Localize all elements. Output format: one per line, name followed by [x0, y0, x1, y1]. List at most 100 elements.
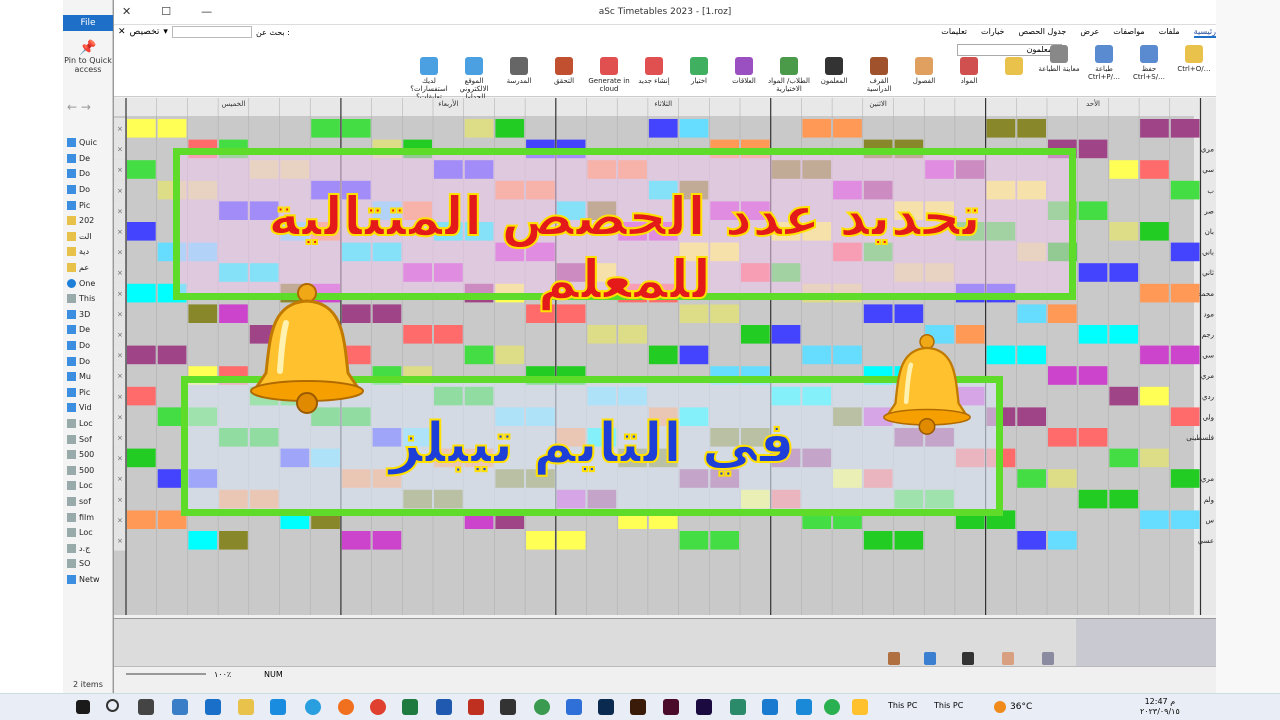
nav-item[interactable]: Sof [67, 431, 113, 447]
file-tab[interactable]: File [63, 15, 113, 31]
ribbon-button[interactable]: معاينة الطباعة [1037, 45, 1081, 73]
ribbon-button[interactable]: المعلمون [812, 57, 856, 85]
nav-item[interactable]: De [67, 151, 113, 167]
nav-item[interactable]: Mu [67, 369, 113, 385]
taskbar-thispc-2[interactable]: This PC [934, 701, 963, 710]
nav-item[interactable]: الت [67, 229, 113, 245]
ribbon-toolbar: المعلمون Ctrl+O/… حفظ Ctrl+S/… طباعة Ctrl+… [114, 41, 1216, 117]
nav-item[interactable]: Pic [67, 197, 113, 213]
mail-icon[interactable] [205, 699, 221, 715]
graduation-cap-icon[interactable] [962, 652, 974, 665]
lesson-cell [1109, 386, 1139, 406]
firefox-icon[interactable] [338, 699, 354, 715]
whatsapp-icon[interactable] [824, 699, 840, 715]
ribbon-tab[interactable]: مواصفات [1113, 27, 1144, 38]
nav-item[interactable]: عم [67, 260, 113, 276]
ribbon-button[interactable] [992, 57, 1036, 77]
zoom-slider[interactable] [126, 673, 206, 675]
ribbon-tab[interactable]: تعليمات [941, 27, 967, 38]
nav-item[interactable]: This [67, 291, 113, 307]
ribbon-button[interactable]: المدرسة [497, 57, 541, 85]
photoshop-icon[interactable] [598, 699, 614, 715]
zoom-app-icon[interactable] [566, 699, 582, 715]
clock[interactable]: 12:47 م ٢٠٢٣/٠٩/١٥ [1140, 697, 1180, 717]
nav-item[interactable]: Loc [67, 525, 113, 541]
dropdown-arrow-icon[interactable]: ▾ [163, 27, 168, 37]
nav-item[interactable]: دية [67, 244, 113, 260]
calculator-icon[interactable] [172, 699, 188, 715]
nav-item[interactable]: Loc [67, 478, 113, 494]
search-input[interactable] [171, 26, 252, 38]
nav-item-label: 3D [79, 309, 91, 319]
start-icon[interactable] [76, 700, 90, 714]
nav-item[interactable]: 3D [67, 307, 113, 323]
ribbon-button[interactable]: الفصول [902, 57, 946, 85]
nav-item[interactable]: 202 [67, 213, 113, 229]
nav-item[interactable]: SO [67, 556, 113, 572]
nav-item[interactable]: Quic [67, 135, 113, 151]
capcut-icon[interactable] [500, 699, 516, 715]
edge-icon[interactable] [270, 699, 286, 715]
ribbon-button[interactable]: طباعة Ctrl+P/… [1082, 45, 1126, 81]
asc-timetables-icon[interactable] [852, 699, 868, 715]
task-view-icon[interactable] [138, 699, 154, 715]
chrome-green-icon[interactable] [534, 699, 550, 715]
lesson-cell [1078, 263, 1108, 282]
ribbon-button[interactable]: Generate in cloud [587, 57, 631, 93]
media-player-icon[interactable] [730, 699, 746, 715]
ribbon-button[interactable]: اختيار [677, 57, 721, 85]
nav-item[interactable]: Vid [67, 400, 113, 416]
ribbon-button[interactable]: التحقق [542, 57, 586, 85]
nav-item[interactable]: Loc [67, 416, 113, 432]
close-search-icon[interactable]: ✕ [118, 27, 126, 37]
nav-item[interactable]: One [67, 275, 113, 291]
nav-item[interactable]: Do [67, 166, 113, 182]
nav-arrows[interactable]: ← → [67, 100, 91, 114]
folder-icon [67, 559, 76, 569]
weather-widget[interactable]: 36°C [994, 701, 1032, 713]
nav-item[interactable]: De [67, 322, 113, 338]
nav-item[interactable]: ج.د [67, 540, 113, 556]
after-effects-icon[interactable] [696, 699, 712, 715]
nav-item[interactable]: 500 [67, 447, 113, 463]
nav-item[interactable]: sof [67, 494, 113, 510]
ribbon-button[interactable]: Ctrl+O/… [1172, 45, 1216, 73]
ribbon-button[interactable]: حفظ Ctrl+S/… [1127, 45, 1171, 81]
edge-alt-icon[interactable] [305, 699, 321, 715]
word-icon[interactable] [436, 699, 452, 715]
nav-item[interactable]: Do [67, 338, 113, 354]
ribbon-tab[interactable]: عرض [1080, 27, 1099, 38]
pin-quick-access-button[interactable]: 📌 Pin to Quick access [63, 40, 113, 74]
illustrator-icon[interactable] [630, 699, 646, 715]
ribbon-button[interactable]: المواد [947, 57, 991, 85]
school-icon[interactable] [1042, 652, 1054, 665]
ribbon-tab[interactable]: جدول الحصص [1018, 27, 1066, 38]
powerpoint-icon[interactable] [468, 699, 484, 715]
nav-item[interactable]: Netw [67, 572, 113, 588]
ribbon-button[interactable]: إنشاء جديد [632, 57, 676, 85]
ribbon-tab[interactable]: خيارات [981, 27, 1004, 38]
ribbon-button[interactable]: الطلاب/ المواد الاختيارية [767, 57, 811, 93]
door-icon[interactable] [924, 652, 936, 665]
customize-label[interactable]: تخصيص [130, 27, 160, 37]
nav-item[interactable]: Pic [67, 385, 113, 401]
teacher-icon[interactable] [1002, 652, 1014, 665]
lesson-cell [1170, 345, 1200, 365]
nav-item[interactable]: Do [67, 353, 113, 369]
ribbon-button[interactable]: القرف الدراسية [857, 57, 901, 93]
chrome-icon[interactable] [370, 699, 386, 715]
ribbon-button[interactable]: العلاقات [722, 57, 766, 85]
app-icon[interactable] [762, 699, 778, 715]
ribbon-tab[interactable]: رئيسية [1193, 27, 1216, 38]
nav-item[interactable]: 500 [67, 462, 113, 478]
excel-icon[interactable] [402, 699, 418, 715]
nav-item[interactable]: film [67, 509, 113, 525]
indesign-icon[interactable] [663, 699, 679, 715]
books-icon[interactable] [888, 652, 900, 665]
app-blue-icon[interactable] [796, 699, 812, 715]
ribbon-tab[interactable]: ملفات [1159, 27, 1180, 38]
file-explorer-icon[interactable] [238, 699, 254, 715]
nav-item[interactable]: Do [67, 182, 113, 198]
taskbar-thispc-1[interactable]: This PC [888, 701, 917, 710]
search-icon[interactable] [106, 699, 119, 712]
